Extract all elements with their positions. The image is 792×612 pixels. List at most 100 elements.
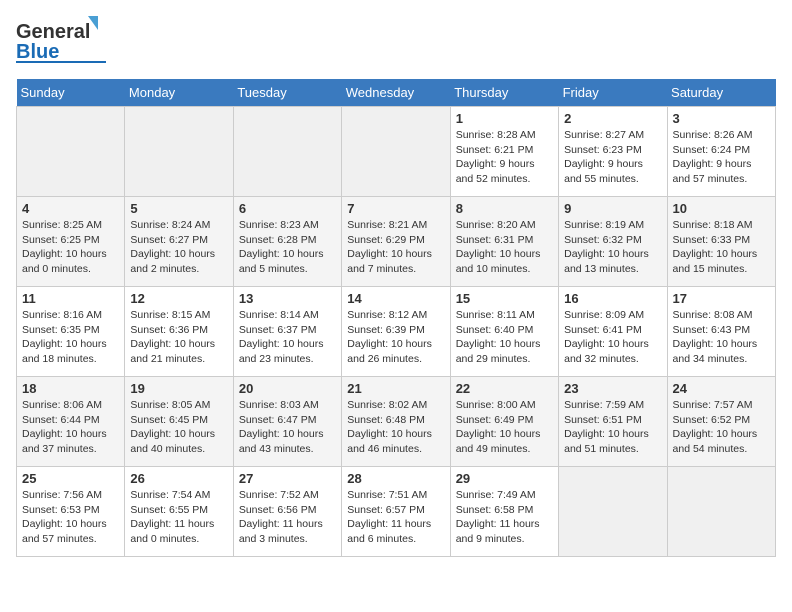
day-info: Sunrise: 8:00 AMSunset: 6:49 PMDaylight:… (456, 398, 553, 457)
calendar-cell: 21 Sunrise: 8:02 AMSunset: 6:48 PMDayligh… (342, 377, 450, 467)
calendar-cell: 15Sunrise: 8:11 AMSunset: 6:40 PMDayligh… (450, 287, 558, 377)
day-info: Sunrise: 8:26 AMSunset: 6:24 PMDaylight:… (673, 128, 770, 187)
day-number: 3 (673, 111, 770, 126)
calendar-cell (342, 107, 450, 197)
day-number: 1 (456, 111, 553, 126)
day-number: 4 (22, 201, 119, 216)
calendar-cell: 7 Sunrise: 8:21 AMSunset: 6:29 PMDaylight… (342, 197, 450, 287)
calendar-cell: 23 Sunrise: 7:59 AMSunset: 6:51 PMDayligh… (559, 377, 667, 467)
day-number: 23 (564, 381, 661, 396)
calendar-cell: 12 Sunrise: 8:15 AMSunset: 6:36 PMDayligh… (125, 287, 233, 377)
svg-text:Blue: Blue (16, 41, 59, 63)
day-number: 17 (673, 291, 770, 306)
day-number: 22 (456, 381, 553, 396)
day-info: Sunrise: 8:28 AMSunset: 6:21 PMDaylight:… (456, 128, 553, 187)
calendar-cell: 13 Sunrise: 8:14 AMSunset: 6:37 PMDayligh… (233, 287, 341, 377)
day-number: 24 (673, 381, 770, 396)
col-header-friday: Friday (559, 79, 667, 107)
week-row-2: 4 Sunrise: 8:25 AMSunset: 6:25 PMDaylight… (17, 197, 776, 287)
calendar-cell: 24 Sunrise: 7:57 AMSunset: 6:52 PMDayligh… (667, 377, 775, 467)
day-info: Sunrise: 8:20 AMSunset: 6:31 PMDaylight:… (456, 218, 553, 277)
col-header-saturday: Saturday (667, 79, 775, 107)
calendar-table: SundayMondayTuesdayWednesdayThursdayFrid… (16, 79, 776, 557)
calendar-cell: 5 Sunrise: 8:24 AMSunset: 6:27 PMDaylight… (125, 197, 233, 287)
calendar-cell: 2Sunrise: 8:27 AMSunset: 6:23 PMDaylight… (559, 107, 667, 197)
day-info: Sunrise: 8:06 AMSunset: 6:44 PMDaylight:… (22, 398, 119, 457)
week-row-5: 25Sunrise: 7:56 AMSunset: 6:53 PMDayligh… (17, 467, 776, 557)
calendar-cell (559, 467, 667, 557)
week-row-3: 11Sunrise: 8:16 AMSunset: 6:35 PMDayligh… (17, 287, 776, 377)
calendar-cell (667, 467, 775, 557)
calendar-cell (233, 107, 341, 197)
day-number: 12 (130, 291, 227, 306)
day-number: 19 (130, 381, 227, 396)
day-info: Sunrise: 8:08 AMSunset: 6:43 PMDaylight:… (673, 308, 770, 367)
day-number: 20 (239, 381, 336, 396)
col-header-sunday: Sunday (17, 79, 125, 107)
calendar-cell: 28 Sunrise: 7:51 AMSunset: 6:57 PMDayligh… (342, 467, 450, 557)
day-info: Sunrise: 8:25 AMSunset: 6:25 PMDaylight:… (22, 218, 119, 277)
day-number: 15 (456, 291, 553, 306)
col-header-monday: Monday (125, 79, 233, 107)
calendar-cell: 1 Sunrise: 8:28 AMSunset: 6:21 PMDaylight… (450, 107, 558, 197)
calendar-cell: 22 Sunrise: 8:00 AMSunset: 6:49 PMDayligh… (450, 377, 558, 467)
svg-text:General: General (16, 21, 90, 43)
day-info: Sunrise: 7:57 AMSunset: 6:52 PMDaylight:… (673, 398, 770, 457)
day-info: Sunrise: 8:21 AMSunset: 6:29 PMDaylight:… (347, 218, 444, 277)
calendar-cell: 10 Sunrise: 8:18 AMSunset: 6:33 PMDayligh… (667, 197, 775, 287)
day-info: Sunrise: 8:18 AMSunset: 6:33 PMDaylight:… (673, 218, 770, 277)
day-info: Sunrise: 8:24 AMSunset: 6:27 PMDaylight:… (130, 218, 227, 277)
header-row: SundayMondayTuesdayWednesdayThursdayFrid… (17, 79, 776, 107)
day-number: 14 (347, 291, 444, 306)
day-number: 13 (239, 291, 336, 306)
day-number: 10 (673, 201, 770, 216)
calendar-cell: 17 Sunrise: 8:08 AMSunset: 6:43 PMDayligh… (667, 287, 775, 377)
logo-svg: General Blue (16, 16, 106, 64)
col-header-tuesday: Tuesday (233, 79, 341, 107)
day-number: 8 (456, 201, 553, 216)
day-info: Sunrise: 8:27 AMSunset: 6:23 PMDaylight:… (564, 128, 661, 187)
calendar-cell: 29 Sunrise: 7:49 AMSunset: 6:58 PMDayligh… (450, 467, 558, 557)
calendar-cell: 25Sunrise: 7:56 AMSunset: 6:53 PMDayligh… (17, 467, 125, 557)
day-info: Sunrise: 7:49 AMSunset: 6:58 PMDaylight:… (456, 488, 553, 547)
calendar-cell: 26 Sunrise: 7:54 AMSunset: 6:55 PMDayligh… (125, 467, 233, 557)
day-number: 9 (564, 201, 661, 216)
calendar-cell: 6 Sunrise: 8:23 AMSunset: 6:28 PMDaylight… (233, 197, 341, 287)
day-number: 7 (347, 201, 444, 216)
calendar-cell: 27 Sunrise: 7:52 AMSunset: 6:56 PMDayligh… (233, 467, 341, 557)
day-number: 6 (239, 201, 336, 216)
day-info: Sunrise: 8:15 AMSunset: 6:36 PMDaylight:… (130, 308, 227, 367)
day-info: Sunrise: 7:51 AMSunset: 6:57 PMDaylight:… (347, 488, 444, 547)
day-number: 26 (130, 471, 227, 486)
calendar-cell: 19 Sunrise: 8:05 AMSunset: 6:45 PMDayligh… (125, 377, 233, 467)
day-info: Sunrise: 8:05 AMSunset: 6:45 PMDaylight:… (130, 398, 227, 457)
day-info: Sunrise: 8:23 AMSunset: 6:28 PMDaylight:… (239, 218, 336, 277)
day-info: Sunrise: 7:56 AMSunset: 6:53 PMDaylight:… (22, 488, 119, 547)
day-number: 18 (22, 381, 119, 396)
day-number: 29 (456, 471, 553, 486)
col-header-wednesday: Wednesday (342, 79, 450, 107)
day-info: Sunrise: 8:12 AMSunset: 6:39 PMDaylight:… (347, 308, 444, 367)
calendar-cell: 4 Sunrise: 8:25 AMSunset: 6:25 PMDaylight… (17, 197, 125, 287)
calendar-cell (125, 107, 233, 197)
day-number: 11 (22, 291, 119, 306)
calendar-cell: 14 Sunrise: 8:12 AMSunset: 6:39 PMDayligh… (342, 287, 450, 377)
day-number: 28 (347, 471, 444, 486)
calendar-cell: 20Sunrise: 8:03 AMSunset: 6:47 PMDayligh… (233, 377, 341, 467)
calendar-cell: 18 Sunrise: 8:06 AMSunset: 6:44 PMDayligh… (17, 377, 125, 467)
calendar-cell: 11Sunrise: 8:16 AMSunset: 6:35 PMDayligh… (17, 287, 125, 377)
week-row-1: 1 Sunrise: 8:28 AMSunset: 6:21 PMDaylight… (17, 107, 776, 197)
day-number: 5 (130, 201, 227, 216)
day-info: Sunrise: 7:52 AMSunset: 6:56 PMDaylight:… (239, 488, 336, 547)
calendar-cell: 8 Sunrise: 8:20 AMSunset: 6:31 PMDaylight… (450, 197, 558, 287)
calendar-cell: 16Sunrise: 8:09 AMSunset: 6:41 PMDayligh… (559, 287, 667, 377)
day-info: Sunrise: 8:02 AMSunset: 6:48 PMDaylight:… (347, 398, 444, 457)
day-number: 27 (239, 471, 336, 486)
day-info: Sunrise: 7:54 AMSunset: 6:55 PMDaylight:… (130, 488, 227, 547)
day-info: Sunrise: 7:59 AMSunset: 6:51 PMDaylight:… (564, 398, 661, 457)
day-info: Sunrise: 8:14 AMSunset: 6:37 PMDaylight:… (239, 308, 336, 367)
calendar-cell: 3 Sunrise: 8:26 AMSunset: 6:24 PMDaylight… (667, 107, 775, 197)
page-header: General Blue (16, 16, 776, 69)
col-header-thursday: Thursday (450, 79, 558, 107)
day-number: 21 (347, 381, 444, 396)
